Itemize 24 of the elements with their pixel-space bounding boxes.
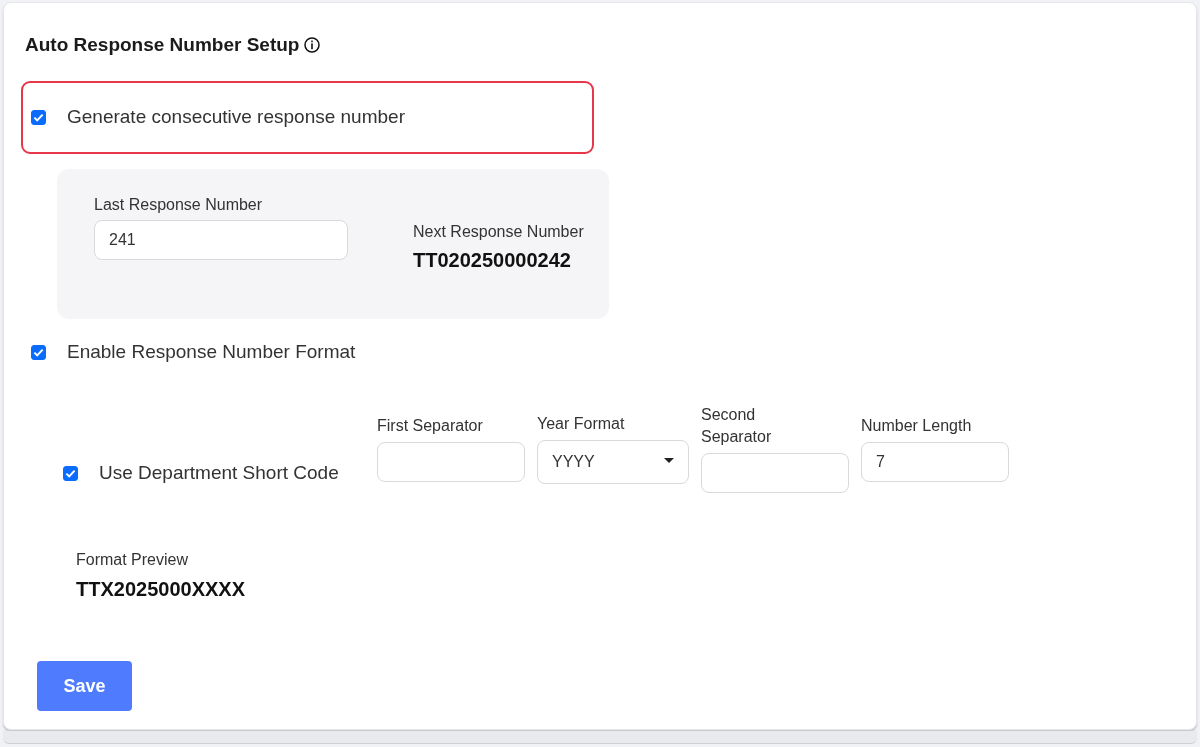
checkbox-label: Use Department Short Code	[99, 461, 339, 485]
caret-icon	[664, 457, 674, 463]
field-label: Year Format	[537, 414, 625, 434]
save-button[interactable]: Save	[37, 661, 132, 711]
section-title: Auto Response Number Setup	[25, 33, 300, 57]
input-field[interactable]	[701, 453, 849, 493]
field-label: Format Preview	[76, 550, 189, 570]
checkbox[interactable]	[31, 109, 46, 125]
field-label: First Separator	[377, 416, 483, 436]
input-field[interactable]	[377, 442, 525, 482]
field-label: Second Separator	[701, 405, 773, 447]
field-label: Number Length	[861, 416, 972, 436]
field-label: Last Response Number	[94, 195, 263, 215]
info-icon[interactable]	[304, 37, 321, 53]
field-label: Next Response Number	[413, 222, 584, 242]
next-number-value: TT020250000242	[413, 248, 571, 272]
checkbox-label: Enable Response Number Format	[67, 340, 356, 364]
checkbox-label: Generate consecutive response number	[67, 105, 405, 129]
input-field[interactable]: 7	[861, 442, 1009, 482]
format-preview-value: TTX2025000XXXX	[76, 577, 245, 601]
input-field[interactable]: 241	[94, 220, 348, 260]
checkbox[interactable]	[31, 344, 46, 360]
select-field[interactable]: YYYY	[537, 440, 689, 484]
checkbox[interactable]	[63, 465, 78, 481]
